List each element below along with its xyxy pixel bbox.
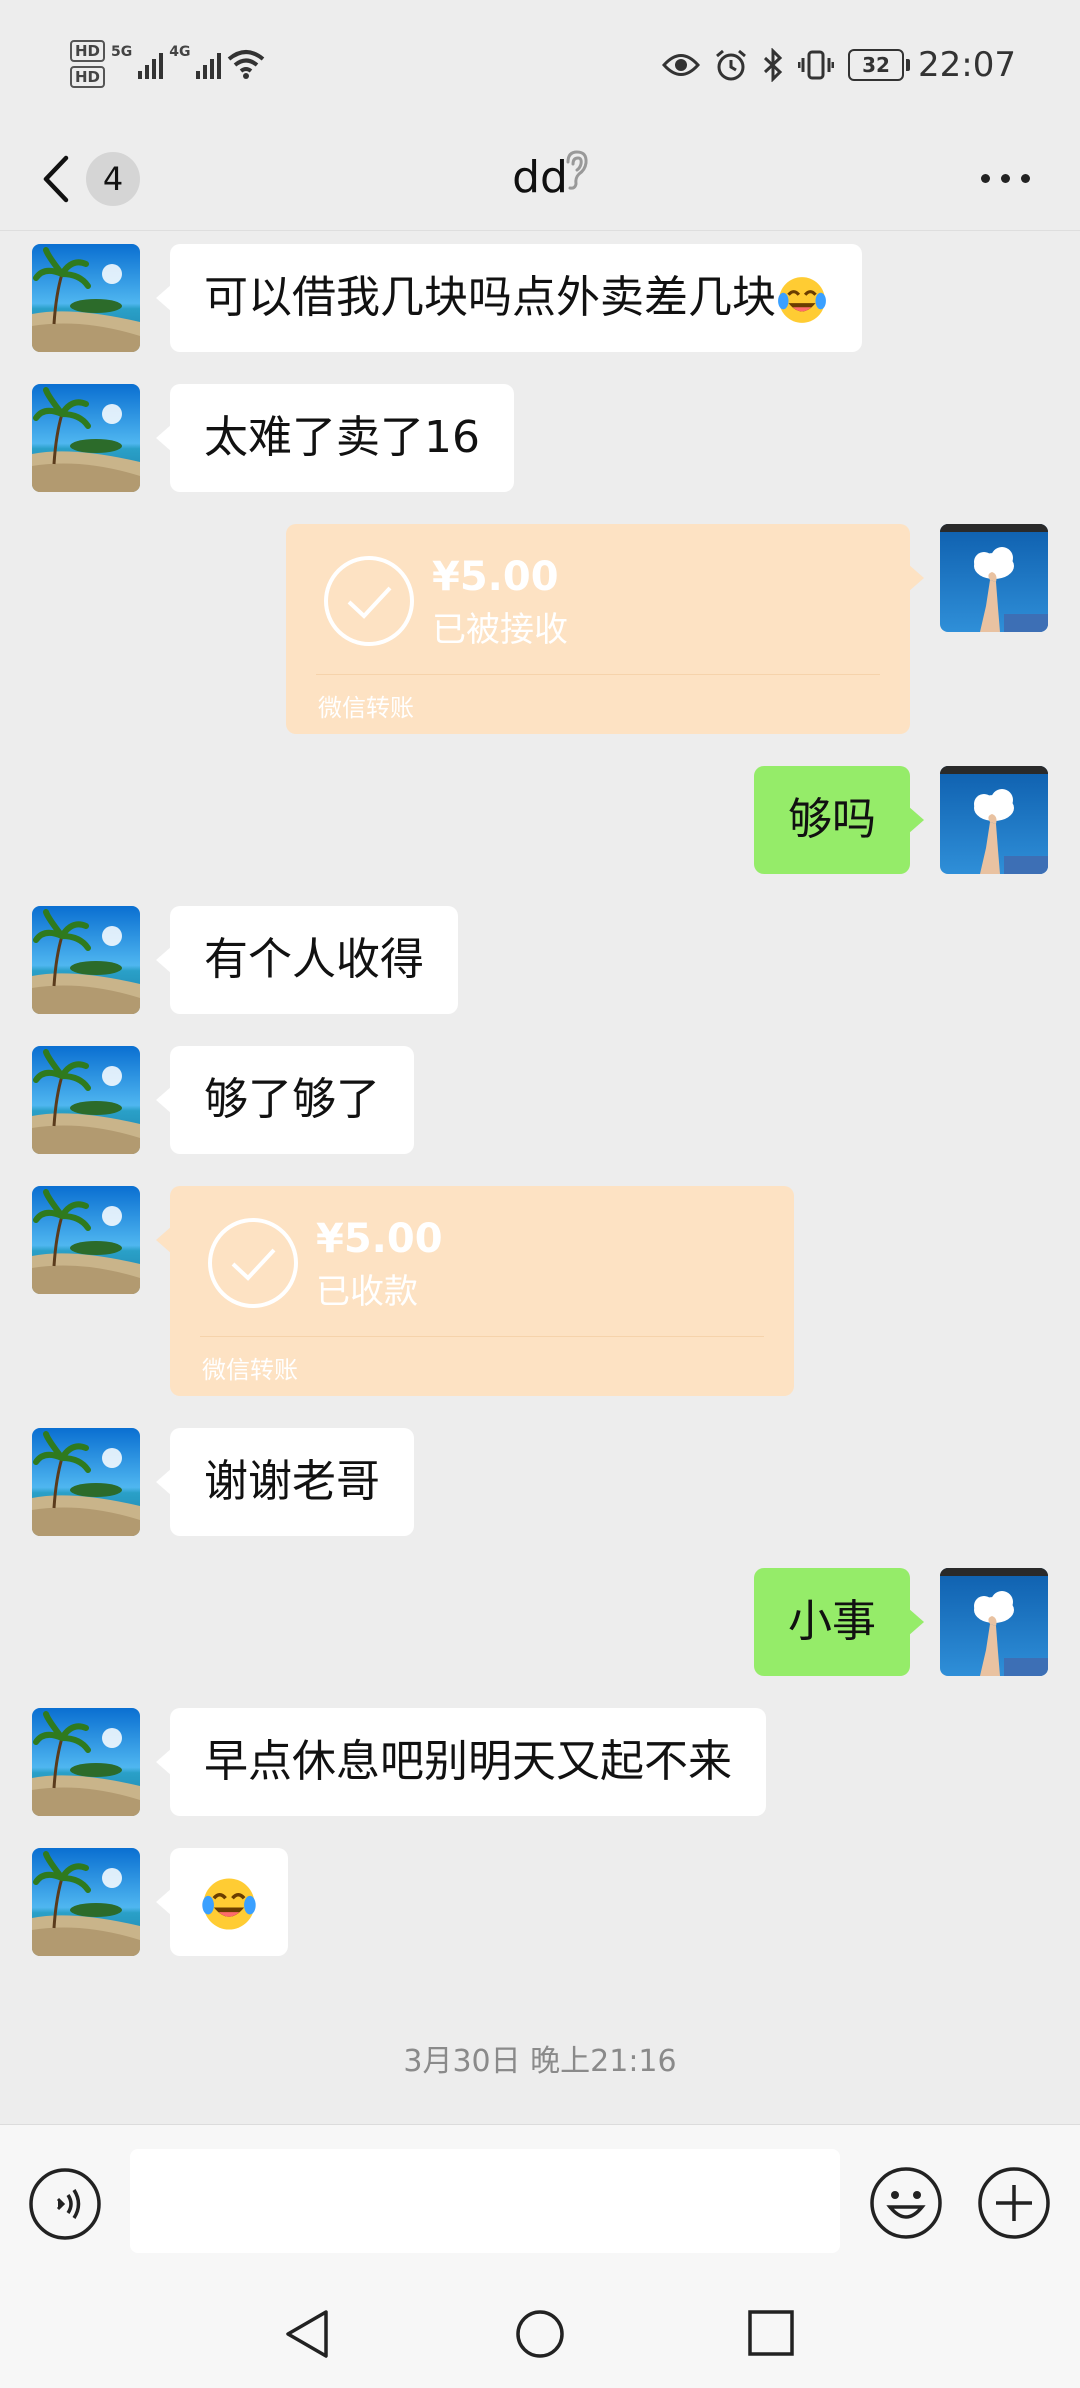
check-circle-icon <box>208 1218 298 1308</box>
signal-icon-2 <box>196 49 222 79</box>
transfer-label: 微信转账 <box>318 694 414 722</box>
laughing-crying-emoji-icon <box>200 1875 258 1933</box>
system-navigation-bar <box>0 2280 1080 2388</box>
transfer-amount: ¥5.00 <box>316 1216 443 1262</box>
message-bubble[interactable]: 够吗 <box>754 766 924 874</box>
vibrate-icon <box>798 50 835 80</box>
chat-header: 4 dd <box>0 130 1080 231</box>
message-input[interactable] <box>130 2149 840 2253</box>
contact-avatar[interactable] <box>32 1708 140 1816</box>
message-bubble[interactable]: 谢谢老哥 <box>156 1428 414 1536</box>
contact-avatar[interactable] <box>32 1046 140 1154</box>
more-options-button[interactable] <box>970 158 1040 198</box>
status-bar: HD HD 5G 4G 32 22:07 <box>0 0 1080 130</box>
recents-square-icon[interactable] <box>746 2308 796 2358</box>
ear-icon <box>566 150 588 190</box>
plus-icon[interactable] <box>976 2165 1052 2241</box>
bluetooth-icon <box>763 48 783 82</box>
divider <box>316 674 880 675</box>
contact-avatar[interactable] <box>32 1186 140 1294</box>
signal-icon-1 <box>138 49 164 79</box>
dot-icon <box>980 173 990 183</box>
network-type-2: 4G <box>169 44 191 60</box>
divider <box>200 1336 764 1337</box>
emoji-icon[interactable] <box>868 2165 944 2241</box>
message-bubble[interactable] <box>156 1848 288 1956</box>
laughing-crying-emoji-icon <box>776 274 828 326</box>
chat-title: dd <box>512 152 568 203</box>
status-left: HD HD 5G 4G <box>70 36 265 92</box>
contact-avatar[interactable] <box>32 244 140 352</box>
message-timestamp: 3月30日 晚上21:16 <box>403 2044 677 2079</box>
message-bubble[interactable]: 太难了卖了16 <box>156 384 514 492</box>
contact-avatar[interactable] <box>32 1848 140 1956</box>
transfer-amount: ¥5.00 <box>432 554 559 600</box>
voice-input-icon[interactable] <box>28 2167 102 2241</box>
dot-icon <box>1000 173 1010 183</box>
wifi-icon <box>228 50 265 79</box>
contact-avatar[interactable] <box>32 1428 140 1536</box>
input-bar <box>0 2124 1080 2281</box>
alarm-icon <box>716 49 746 81</box>
transfer-card[interactable]: ¥5.00 已被接收 微信转账 <box>286 524 924 734</box>
message-bubble[interactable]: 早点休息吧别明天又起不来 <box>156 1708 766 1816</box>
check-circle-icon <box>324 556 414 646</box>
home-circle-icon[interactable] <box>514 2308 566 2360</box>
contact-avatar[interactable] <box>32 906 140 1014</box>
self-avatar[interactable] <box>940 524 1048 632</box>
transfer-status: 已被接收 <box>432 610 568 650</box>
battery-icon: 32 <box>848 49 911 81</box>
transfer-label: 微信转账 <box>202 1356 298 1384</box>
network-type-1: 5G <box>111 44 133 60</box>
hd-indicator-2: HD <box>70 66 106 88</box>
transfer-status: 已收款 <box>316 1272 418 1312</box>
self-avatar[interactable] <box>940 766 1048 874</box>
message-bubble[interactable]: 可以借我几块吗点外卖差几块 <box>156 244 862 352</box>
message-text: 可以借我几块吗点外卖差几块 <box>204 272 776 323</box>
eye-icon <box>662 54 701 76</box>
hd-indicators: HD HD <box>70 40 106 88</box>
contact-avatar[interactable] <box>32 384 140 492</box>
self-avatar[interactable] <box>940 1568 1048 1676</box>
dot-icon <box>1020 173 1030 183</box>
back-triangle-icon[interactable] <box>282 2308 332 2360</box>
hd-indicator-1: HD <box>70 40 106 62</box>
message-bubble[interactable]: 小事 <box>754 1568 924 1676</box>
message-bubble[interactable]: 有个人收得 <box>156 906 458 1014</box>
message-bubble[interactable]: 够了够了 <box>156 1046 414 1154</box>
transfer-card[interactable]: ¥5.00 已收款 微信转账 <box>156 1186 794 1396</box>
status-right: 32 22:07 <box>662 40 1016 90</box>
clock: 22:07 <box>918 45 1016 85</box>
